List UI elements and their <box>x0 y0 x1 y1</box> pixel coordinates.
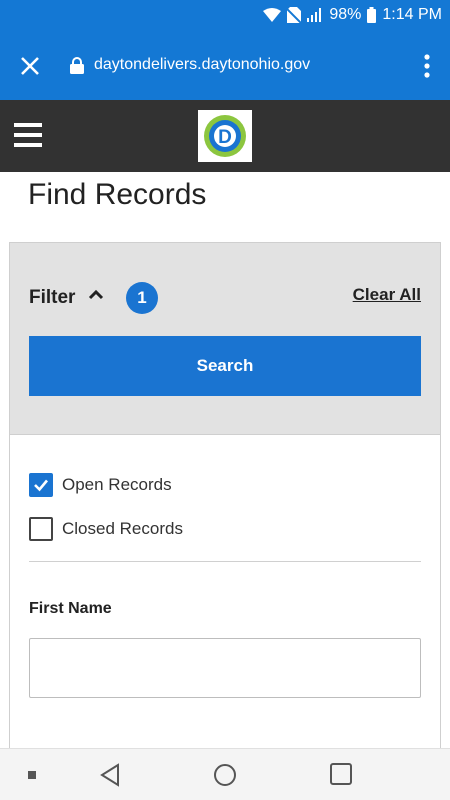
page-title: Find Records <box>28 178 207 211</box>
logo-letter: D <box>218 127 232 148</box>
status-bar: 98% 1:14 PM <box>0 0 450 32</box>
checkmark-icon <box>34 479 48 492</box>
system-nav-bar <box>0 748 450 800</box>
site-logo[interactable]: D <box>198 110 252 162</box>
filter-panel: Filter 1 Clear All Search Open Records C… <box>9 242 441 762</box>
open-records-option[interactable]: Open Records <box>29 473 172 497</box>
more-options-icon[interactable] <box>422 52 432 80</box>
chevron-up-icon[interactable] <box>88 287 104 303</box>
filter-label[interactable]: Filter <box>29 287 75 309</box>
battery-icon <box>367 7 377 23</box>
closed-records-option[interactable]: Closed Records <box>29 517 183 541</box>
closed-records-checkbox[interactable] <box>29 517 53 541</box>
open-records-checkbox[interactable] <box>29 473 53 497</box>
url-text[interactable]: daytondelivers.daytonohio.gov <box>94 56 310 74</box>
first-name-label: First Name <box>29 600 112 617</box>
lock-icon <box>70 57 84 74</box>
clock: 1:14 PM <box>382 6 442 23</box>
close-icon[interactable] <box>16 52 44 80</box>
clear-all-link[interactable]: Clear All <box>353 285 421 305</box>
open-records-label[interactable]: Open Records <box>62 475 172 495</box>
site-header: D <box>0 100 450 172</box>
no-sim-icon <box>287 7 302 23</box>
search-button[interactable]: Search <box>29 336 421 396</box>
closed-records-label[interactable]: Closed Records <box>62 519 183 539</box>
divider <box>29 561 421 562</box>
first-name-input[interactable] <box>29 638 421 698</box>
browser-toolbar: daytondelivers.daytonohio.gov <box>0 32 450 100</box>
filter-header: Filter 1 Clear All Search <box>10 243 440 435</box>
recents-icon[interactable] <box>330 763 352 785</box>
hamburger-menu-icon[interactable] <box>14 123 42 149</box>
battery-percent: 98% <box>329 6 362 23</box>
wifi-icon <box>263 8 282 22</box>
home-icon[interactable] <box>213 763 237 787</box>
status-icons: 98% 1:14 PM <box>263 6 442 24</box>
signal-icon <box>307 8 322 22</box>
back-icon[interactable] <box>99 763 121 787</box>
menu-dot-icon[interactable] <box>28 771 36 779</box>
dayton-delivers-logo-icon: D <box>204 115 246 157</box>
filter-count-badge: 1 <box>126 282 158 314</box>
